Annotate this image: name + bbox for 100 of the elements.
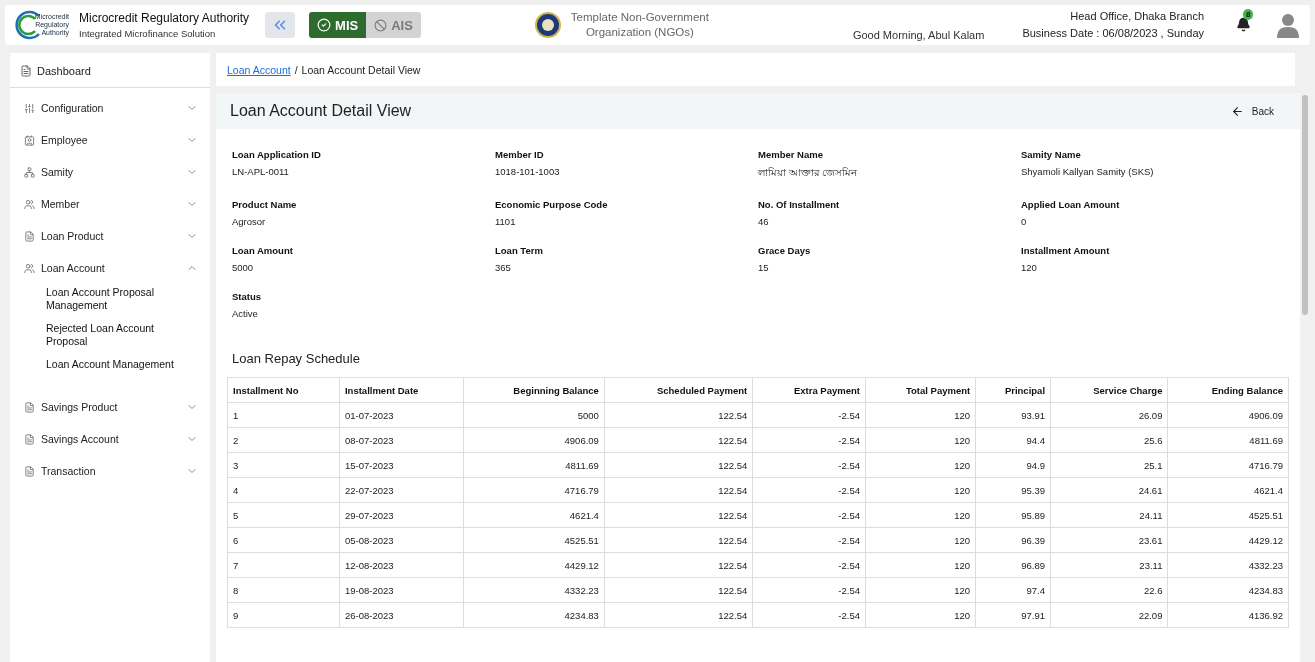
table-cell: 05-08-2023 (339, 527, 464, 553)
table-cell: 4621.4 (463, 502, 605, 528)
column-header: Installment No (227, 377, 340, 403)
table-cell: 22.09 (1050, 602, 1168, 628)
menu-item-icon (24, 465, 35, 477)
organization-name: Microcredit Regulatory Authority (79, 11, 250, 25)
business-date: Business Date : 06/08/2023 , Sunday (1022, 26, 1204, 41)
field-label: Product Name (232, 199, 298, 210)
field-label: No. Of Installment (758, 199, 841, 210)
table-cell: 4716.79 (1167, 452, 1289, 478)
table-cell: 122.54 (604, 552, 753, 578)
table-cell: 120 (865, 502, 976, 528)
column-header: Ending Balance (1167, 377, 1289, 403)
table-cell: 25.1 (1050, 452, 1168, 478)
greeting: Good Morning, Abul Kalam (852, 29, 985, 41)
column-header: Total Payment (865, 377, 976, 403)
table-cell: 4906.09 (1167, 402, 1289, 428)
field-label: Economic Purpose Code (495, 199, 609, 210)
sidebar-subitem[interactable]: Loan Account Proposal Management (10, 284, 210, 314)
table-cell: 4234.83 (1167, 577, 1289, 603)
table-cell: 4 (227, 477, 340, 503)
sidebar-item[interactable]: Loan Product (10, 220, 210, 252)
sidebar-item[interactable]: Loan Account (10, 252, 210, 284)
table-cell: 1 (227, 402, 340, 428)
sidebar-item[interactable]: Dashboard (10, 61, 210, 88)
table-cell: 96.89 (975, 552, 1051, 578)
field-label: Applied Loan Amount (1021, 199, 1121, 210)
table-cell: 26-08-2023 (339, 602, 464, 628)
table-cell: 122.54 (604, 577, 753, 603)
field-value: 0 (1021, 216, 1028, 227)
sidebar-item[interactable]: Configuration (10, 92, 210, 124)
collapse-sidebar-button[interactable] (265, 12, 296, 38)
seal-icon (534, 12, 561, 38)
table-cell: -2.54 (752, 502, 866, 528)
sidebar-item[interactable]: Employee (10, 124, 210, 156)
sidebar-item[interactable]: Savings Product (10, 391, 210, 423)
table-cell: 8 (227, 577, 340, 603)
table-cell: 97.4 (975, 577, 1051, 603)
table-cell: 4811.69 (463, 452, 605, 478)
breadcrumb-link[interactable]: Loan Account (227, 63, 291, 76)
sidebar-item[interactable]: Transaction (10, 455, 210, 487)
field-label: Member Name (758, 149, 824, 160)
notification-icon[interactable] (1236, 17, 1251, 32)
sidebar-subitem[interactable]: Loan Account Management (10, 356, 210, 373)
table-cell: 4811.69 (1167, 427, 1289, 453)
field-label: Installment Amount (1021, 245, 1111, 256)
table-cell: 08-07-2023 (339, 427, 464, 453)
table-cell: 24.61 (1050, 477, 1168, 503)
field-label: Grace Days (758, 245, 812, 256)
table-cell: 120 (865, 527, 976, 553)
sidebar-item[interactable]: Savings Account (10, 423, 210, 455)
field-label: Status (232, 291, 263, 302)
table-cell: 120 (865, 477, 976, 503)
scrollbar-thumb[interactable] (1302, 95, 1308, 315)
table-cell: 4429.12 (463, 552, 605, 578)
table-cell: 4525.51 (1167, 502, 1289, 528)
sidebar-item[interactable]: Member (10, 188, 210, 220)
check-circle-icon (317, 18, 332, 32)
column-header: Beginning Balance (463, 377, 605, 403)
table-cell: 120 (865, 452, 976, 478)
table-cell: 120 (865, 602, 976, 628)
table-cell: 4332.23 (463, 577, 605, 603)
menu-item-icon (24, 230, 35, 242)
page-title: Loan Account Detail View (230, 102, 413, 120)
table-cell: 122.54 (604, 477, 753, 503)
table-cell: 97.91 (975, 602, 1051, 628)
table-cell: 122.54 (604, 602, 753, 628)
user-avatar-icon[interactable] (1276, 12, 1300, 38)
table-cell: 4136.92 (1167, 602, 1289, 628)
table-cell: 4716.79 (463, 477, 605, 503)
module-toggle[interactable]: MIS (309, 12, 367, 38)
table-cell: -2.54 (752, 427, 866, 453)
arrow-left-icon (1230, 104, 1244, 118)
table-cell: 122.54 (604, 402, 753, 428)
document-icon (20, 65, 32, 77)
field-value: 1101 (495, 216, 517, 227)
table-cell: 4525.51 (463, 527, 605, 553)
table-cell: 5000 (463, 402, 605, 428)
column-header: Scheduled Payment (604, 377, 753, 403)
sidebar-item[interactable]: Samity (10, 156, 210, 188)
table-cell: 24.11 (1050, 502, 1168, 528)
table-cell: 26.09 (1050, 402, 1168, 428)
organization-title: Template Non-Government Organization (NGOs) (570, 10, 709, 40)
notification-badge: 8 (1243, 9, 1254, 20)
sidebar-subitem[interactable]: Rejected Loan Account Proposal (10, 320, 210, 350)
table-cell: 122.54 (604, 452, 753, 478)
table-cell: 4234.83 (463, 602, 605, 628)
breadcrumb-current: Loan Account Detail View (301, 63, 421, 76)
table-cell: 15-07-2023 (339, 452, 464, 478)
table-cell: 4429.12 (1167, 527, 1289, 553)
field-value: 46 (758, 216, 770, 227)
field-value: 1018-101-1003 (495, 166, 561, 177)
branch-name: Head Office, Dhaka Branch (1070, 9, 1204, 24)
table-cell: 94.9 (975, 452, 1051, 478)
column-header: Installment Date (339, 377, 464, 403)
field-label: Loan Term (495, 245, 544, 256)
table-cell: 6 (227, 527, 340, 553)
back-button[interactable]: Back (1224, 103, 1280, 119)
table-cell: 2 (227, 427, 340, 453)
menu-item-icon (24, 102, 35, 114)
